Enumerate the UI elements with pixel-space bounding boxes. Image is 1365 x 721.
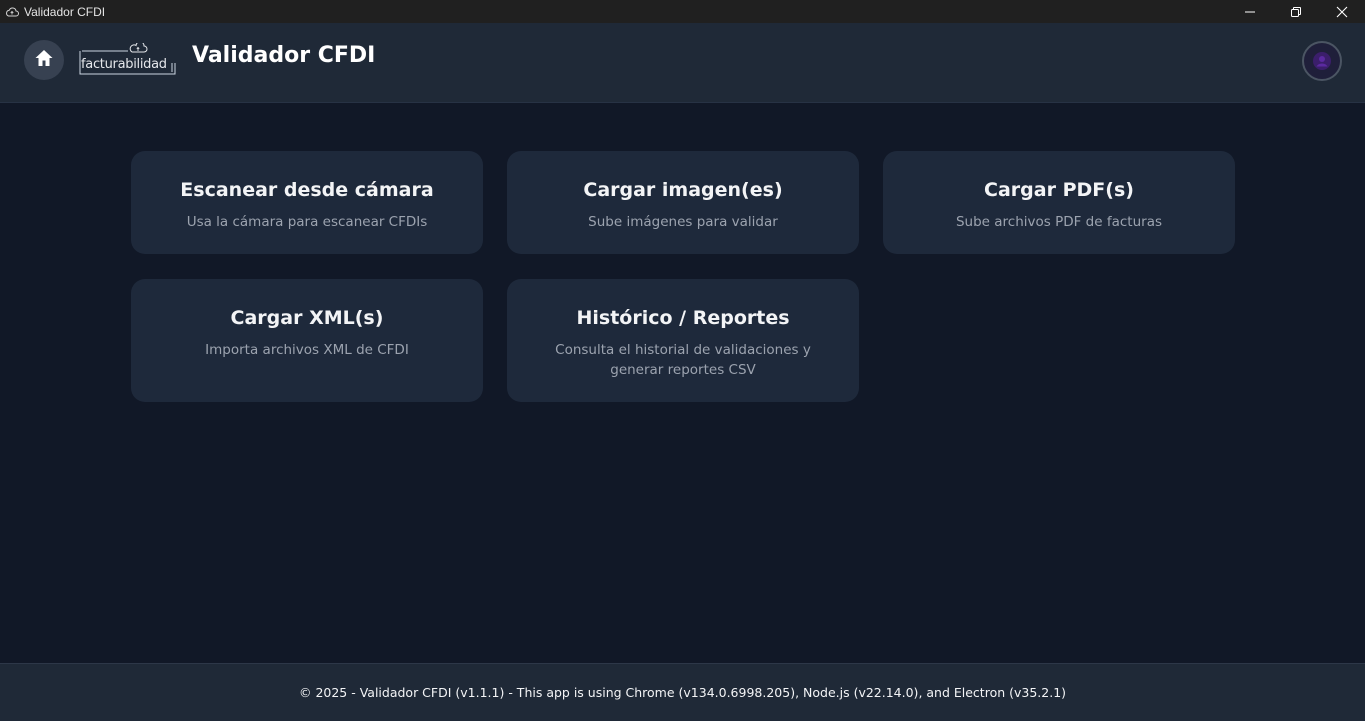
cloud-icon — [0, 7, 24, 17]
card-description: Sube imágenes para validar — [588, 214, 778, 230]
page-title: Validador CFDI — [192, 43, 376, 68]
app-header: facturabilidad Validador CFDI — [0, 23, 1365, 103]
logo-text: facturabilidad — [81, 57, 167, 72]
minimize-icon[interactable] — [1227, 0, 1273, 23]
company-logo: facturabilidad — [76, 43, 178, 79]
home-button[interactable] — [24, 40, 64, 80]
window-title: Validador CFDI — [24, 4, 106, 19]
card-description: Consulta el historial de validaciones y … — [555, 342, 811, 378]
card-title: Cargar XML(s) — [230, 307, 384, 329]
app-footer: © 2025 - Validador CFDI (v1.1.1) - This … — [0, 663, 1365, 721]
window-controls — [1227, 0, 1365, 23]
upload-xml-card[interactable]: Cargar XML(s) Importa archivos XML de CF… — [131, 279, 483, 402]
restore-icon[interactable] — [1273, 0, 1319, 23]
card-title: Cargar imagen(es) — [583, 179, 783, 201]
scan-camera-card[interactable]: Escanear desde cámara Usa la cámara para… — [131, 151, 483, 254]
avatar[interactable] — [1302, 41, 1342, 81]
card-description: Usa la cámara para escanear CFDIs — [186, 214, 428, 230]
upload-pdf-card[interactable]: Cargar PDF(s) Sube archivos PDF de factu… — [883, 151, 1235, 254]
window-titlebar: Validador CFDI — [0, 0, 1365, 23]
home-icon — [34, 48, 54, 72]
card-title: Histórico / Reportes — [576, 307, 790, 329]
history-reports-card[interactable]: Histórico / Reportes Consulta el histori… — [507, 279, 859, 402]
close-icon[interactable] — [1319, 0, 1365, 23]
card-description: Importa archivos XML de CFDI — [205, 342, 409, 358]
card-description: Sube archivos PDF de facturas — [955, 214, 1163, 230]
card-title: Cargar PDF(s) — [984, 179, 1134, 201]
footer-text: © 2025 - Validador CFDI (v1.1.1) - This … — [298, 685, 1067, 700]
card-title: Escanear desde cámara — [180, 179, 434, 201]
upload-images-card[interactable]: Cargar imagen(es) Sube imágenes para val… — [507, 151, 859, 254]
